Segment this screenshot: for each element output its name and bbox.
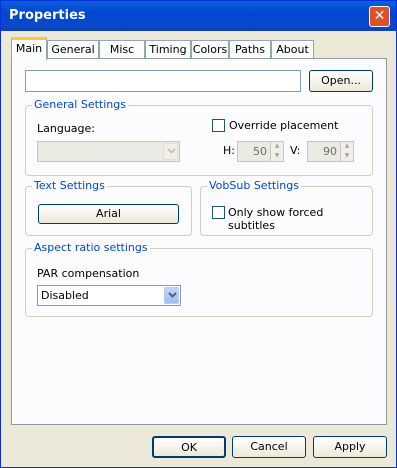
h-spinner-arrows[interactable]: ▲ ▼	[270, 142, 283, 161]
v-spinner-arrows[interactable]: ▲ ▼	[340, 142, 353, 161]
tab-main[interactable]: Main	[11, 37, 47, 60]
tab-general[interactable]: General	[47, 40, 99, 59]
general-settings-group: General Settings Language: Override plac…	[25, 98, 373, 176]
v-label: V:	[290, 144, 301, 157]
chevron-down-icon[interactable]	[164, 287, 179, 304]
aspect-ratio-label: Aspect ratio settings	[32, 241, 150, 254]
override-placement-label[interactable]: Override placement	[229, 119, 338, 132]
apply-button[interactable]: Apply	[313, 436, 387, 458]
open-button[interactable]: Open...	[309, 70, 373, 92]
forced-subtitles-checkbox[interactable]	[212, 206, 225, 219]
general-settings-label: General Settings	[32, 98, 128, 111]
main-tab-panel: Open... General Settings Language: Overr…	[11, 58, 387, 425]
chevron-down-icon[interactable]	[163, 143, 178, 160]
forced-subtitles-label[interactable]: Only show forced subtitles	[228, 206, 372, 232]
file-path-field[interactable]	[25, 70, 301, 92]
par-compensation-dropdown[interactable]: Disabled	[37, 285, 181, 306]
h-value[interactable]: 50	[253, 145, 267, 158]
tab-misc[interactable]: Misc	[99, 40, 145, 59]
spin-down-icon[interactable]: ▼	[341, 152, 353, 162]
tab-timing[interactable]: Timing	[145, 40, 191, 59]
vobsub-settings-label: VobSub Settings	[207, 179, 301, 192]
close-icon[interactable]: ✕	[374, 8, 386, 24]
language-dropdown[interactable]	[37, 141, 180, 162]
cancel-button[interactable]: Cancel	[232, 436, 306, 458]
properties-dialog: Properties ✕ Main General Misc Timing Co…	[0, 0, 397, 468]
close-button[interactable]: ✕	[369, 6, 390, 27]
v-spinner[interactable]: 90 ▲ ▼	[307, 141, 354, 162]
par-compensation-label: PAR compensation	[37, 267, 140, 280]
h-label: H:	[223, 144, 235, 157]
spin-up-icon[interactable]: ▲	[341, 142, 353, 152]
language-label: Language:	[37, 122, 95, 135]
par-compensation-value: Disabled	[41, 289, 89, 302]
font-button[interactable]: Arial	[38, 204, 179, 224]
override-placement-checkbox[interactable]	[212, 119, 225, 132]
v-value[interactable]: 90	[323, 145, 337, 158]
tab-about[interactable]: About	[271, 40, 314, 59]
vobsub-settings-group: VobSub Settings Only show forced subtitl…	[200, 179, 373, 236]
text-settings-label: Text Settings	[32, 179, 107, 192]
spin-up-icon[interactable]: ▲	[271, 142, 283, 152]
tab-paths[interactable]: Paths	[229, 40, 271, 59]
ok-button[interactable]: OK	[152, 436, 226, 458]
h-spinner[interactable]: 50 ▲ ▼	[237, 141, 284, 162]
window-title: Properties	[9, 8, 86, 23]
title-bar[interactable]: Properties ✕	[1, 1, 396, 31]
text-settings-group: Text Settings Arial	[25, 179, 192, 236]
aspect-ratio-group: Aspect ratio settings PAR compensation D…	[25, 241, 373, 317]
spin-down-icon[interactable]: ▼	[271, 152, 283, 162]
tab-colors[interactable]: Colors	[191, 40, 229, 59]
